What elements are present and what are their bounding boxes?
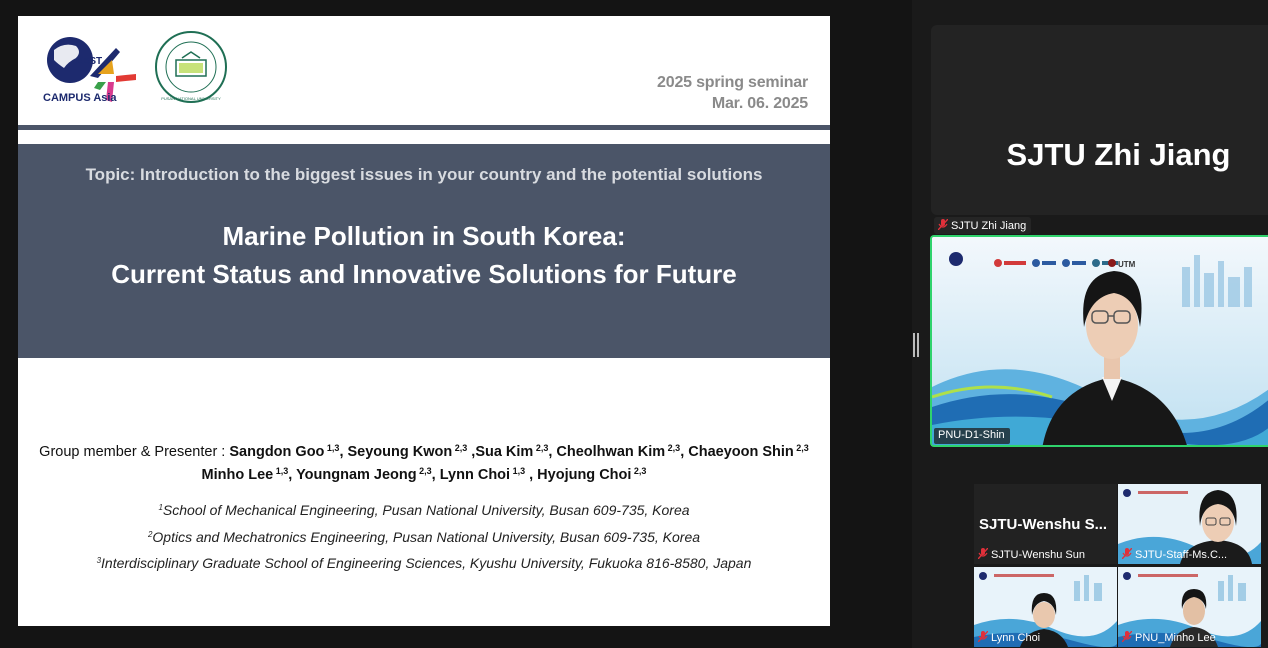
shared-screen-area: EEST CAMPUS Asia PUSAN NATIONAL UNIVERSI…	[0, 0, 912, 648]
microphone-muted-icon	[1122, 631, 1132, 642]
participant-name: SJTU Zhi Jiang	[951, 220, 1027, 232]
member-affiliation-marker: 2,3	[665, 443, 681, 453]
participant-tile-wenshu[interactable]: SJTU-Wenshu S... SJTU-Wenshu Sun	[974, 484, 1117, 564]
affiliations: 1School of Mechanical Engineering, Pusan…	[18, 496, 830, 576]
member-name: Sangdon Goo 1,3	[229, 443, 340, 460]
member-affiliation-marker: 1,3	[273, 466, 289, 476]
logo-text: EEST	[76, 56, 102, 67]
member-affiliation-marker: 2,3	[416, 466, 432, 476]
participant-name: SJTU-Staff-Ms.C...	[1135, 549, 1228, 561]
member-affiliation-marker: 1,3	[324, 443, 340, 453]
slide-title-line-1: Marine Pollution in South Korea:	[222, 221, 626, 251]
members-line-2: Minho Lee 1,3, Youngnam Jeong 2,3, Lynn …	[201, 466, 647, 483]
participant-name: PNU_Minho Lee	[1135, 632, 1216, 644]
presentation-slide: EEST CAMPUS Asia PUSAN NATIONAL UNIVERSI…	[18, 16, 830, 626]
participant-name-label: Lynn Choi	[978, 631, 1040, 644]
participant-name-label: SJTU-Staff-Ms.C...	[1122, 548, 1227, 561]
participant-tile-lynn-choi[interactable]: Lynn Choi	[974, 567, 1117, 647]
slide-title: Marine Pollution in South Korea: Current…	[18, 217, 830, 293]
member-name: Minho Lee 1,3	[201, 466, 289, 483]
header-divider-bar	[18, 125, 830, 130]
members-line-1: Group member & Presenter : Sangdon Goo 1…	[39, 443, 809, 460]
member-name: Cheolhwan Kim 2,3	[556, 443, 681, 460]
panel-resize-handle[interactable]	[913, 333, 919, 357]
seminar-date: Mar. 06. 2025	[711, 95, 808, 112]
participant-tile-featured[interactable]: SJTU Zhi Jiang	[931, 25, 1268, 215]
member-affiliation-marker: 2,3	[631, 466, 647, 476]
campus-asia-label: CAMPUS Asia	[43, 92, 117, 104]
participant-name-label: PNU_Minho Lee	[1122, 631, 1216, 644]
member-name: Sua Kim 2,3	[475, 443, 549, 460]
participant-name-label: SJTU-Wenshu Sun	[978, 548, 1085, 561]
members-label: Group member & Presenter :	[39, 444, 226, 460]
slide-title-line-2: Current Status and Innovative Solutions …	[111, 259, 737, 289]
banner-logo-text: UTM	[1118, 260, 1136, 269]
affiliation-line: 1School of Mechanical Engineering, Pusan…	[158, 502, 690, 518]
slide-topic: Topic: Introduction to the biggest issue…	[85, 165, 763, 184]
participant-name: SJTU-Wenshu Sun	[991, 549, 1085, 561]
microphone-muted-icon	[938, 219, 948, 230]
member-name: Hyojung Choi 2,3	[537, 466, 647, 483]
member-name: Youngnam Jeong 2,3	[296, 466, 432, 483]
member-affiliation-marker: 2,3	[452, 443, 468, 453]
seminar-title: 2025 spring seminar	[657, 74, 808, 91]
seal-text: PUSAN NATIONAL UNIVERSITY	[161, 96, 221, 101]
member-name: Seyoung Kwon 2,3	[347, 443, 468, 460]
microphone-muted-icon	[1122, 548, 1132, 559]
participant-name-label: PNU-D1-Shin	[934, 428, 1010, 444]
participant-name: Lynn Choi	[991, 632, 1041, 644]
active-speaker-video: UTM	[932, 237, 1268, 445]
microphone-muted-icon	[978, 631, 988, 642]
participant-tile-staff[interactable]: SJTU-Staff-Ms.C...	[1118, 484, 1261, 564]
seminar-info: 2025 spring seminar Mar. 06. 2025	[657, 72, 808, 114]
participant-display-name: SJTU-Wenshu S...	[979, 516, 1108, 533]
member-name: Chaeyoon Shin 2,3	[688, 443, 809, 460]
participant-display-name: SJTU Zhi Jiang	[1006, 137, 1231, 172]
participant-tile-active-speaker[interactable]: UTM	[930, 235, 1268, 447]
affiliation-line: 2Optics and Mechatronics Engineering, Pu…	[147, 528, 701, 545]
participant-name-label: SJTU Zhi Jiang	[934, 217, 1032, 234]
group-members: Group member & Presenter : Sangdon Goo 1…	[18, 439, 830, 485]
microphone-muted-icon	[978, 548, 988, 559]
member-name: Lynn Choi 1,3	[439, 466, 526, 483]
affiliation-line: 3Interdisciplinary Graduate School of En…	[96, 555, 752, 571]
member-affiliation-marker: 2,3	[533, 443, 549, 453]
member-affiliation-marker: 2,3	[793, 443, 809, 453]
member-affiliation-marker: 1,3	[510, 466, 526, 476]
participant-tile-minho-lee[interactable]: PNU_Minho Lee	[1118, 567, 1261, 647]
pusan-national-university-seal: PUSAN NATIONAL UNIVERSITY	[155, 31, 227, 103]
